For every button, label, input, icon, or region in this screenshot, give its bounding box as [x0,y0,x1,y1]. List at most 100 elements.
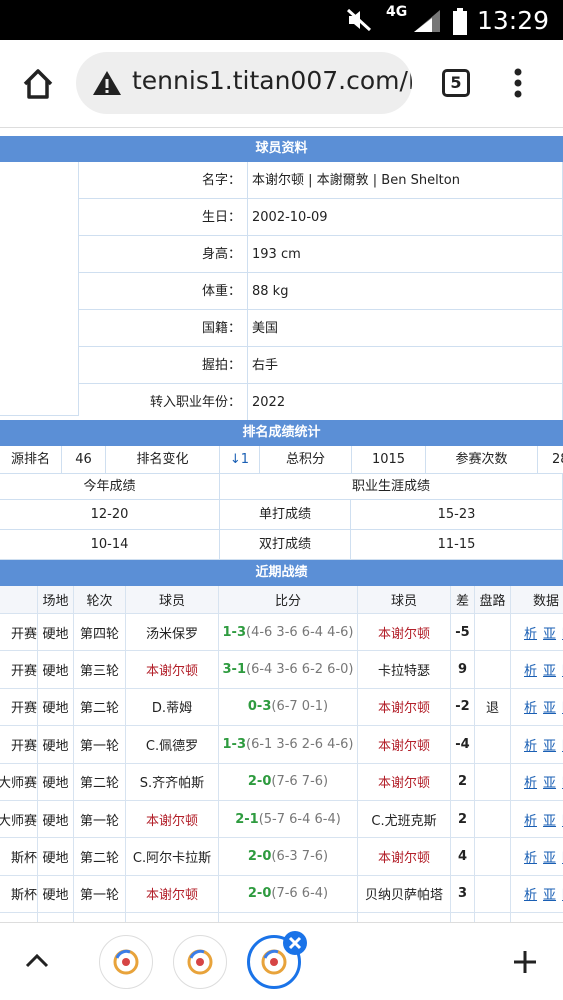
match-diff: 2 [451,763,475,800]
data-link[interactable]: 亚 [543,623,556,642]
match-round: 第三轮 [74,651,126,688]
match-handicap: 退 [475,688,511,726]
info-label: 体重： [79,273,248,310]
match-round: 第四轮 [74,614,126,651]
new-tab-icon[interactable] [512,949,538,979]
match-event: 开赛 [0,651,38,688]
match-event: 大师赛 [0,763,38,800]
data-link[interactable]: 亚 [543,884,556,903]
match-diff: -4 [451,913,475,922]
tab-thumbnail-1[interactable] [99,935,153,989]
year-singles: 12-20 [0,500,220,530]
match-p2: 本谢尔顿 [358,614,451,651]
match-score: 2-0 (7-6 6-4) [219,875,358,913]
data-link[interactable]: 亚 [543,697,556,716]
col-handicap: 盘路 [475,586,511,613]
signal-icon [412,8,442,38]
url-text: tennis1.titan007.com/Le [132,66,412,95]
match-surface: 硬地 [38,763,74,800]
col-player1: 球员 [126,586,219,613]
match-row: 开赛硬地第四轮汤米保罗1-3(4-6 3-6 6-4 4-6)本谢尔顿-5 析亚欧 [0,614,563,652]
warning-icon [92,69,122,101]
match-handicap [475,614,511,651]
match-p2: 本谢尔顿 [358,726,451,763]
match-p1: D.蒂姆 [126,688,219,726]
mute-icon [346,8,372,36]
events-value: 28 [538,446,563,474]
data-link[interactable]: 析 [524,847,537,866]
rank-change-value: ↓1 [220,446,260,474]
match-diff: -2 [451,688,475,726]
match-round: 第一轮 [74,726,126,763]
match-event: 开赛 [0,726,38,763]
data-link[interactable]: 亚 [543,735,556,754]
set-scores: (7-6 6-4) [271,886,329,902]
match-event: 开赛 [0,688,38,726]
match-event: 大师赛 [0,801,38,838]
rank-value: 46 [62,446,106,474]
match-round: 第一轮 [74,801,126,838]
data-link[interactable]: 析 [524,660,537,679]
tab-thumbnail-2[interactable] [173,935,227,989]
info-value: 2002-10-09 [248,199,563,236]
match-data-links: 析亚欧 [511,764,563,800]
chevron-up-icon[interactable] [24,951,50,973]
col-data: 数据 [532,594,559,609]
year-record-label: 今年成绩 [0,474,220,500]
info-value: 193 cm [248,236,563,273]
rank-label: 源排名 [0,446,62,474]
career-record-label: 职业生涯成绩 [220,474,563,500]
info-value: 2022 [248,384,563,421]
recent-table-header: 场地 轮次 球员 比分 球员 差 盘路 数据 [0,586,563,614]
set-scores: (6-1 3-6 2-6 4-6) [246,736,354,752]
doubles-label: 双打成绩 [220,530,351,560]
match-handicap [475,838,511,875]
info-label: 身高： [79,236,248,273]
info-value: 88 kg [248,273,563,310]
data-link[interactable]: 亚 [543,772,556,791]
match-p2: 齐迪恩 [358,913,451,922]
match-data-links: 析亚欧 [511,913,563,922]
address-bar[interactable]: tennis1.titan007.com/Le [76,52,412,114]
match-diff: -5 [451,614,475,651]
data-link[interactable]: 析 [524,697,537,716]
data-link[interactable]: 析 [524,772,537,791]
more-menu-icon[interactable] [510,67,526,103]
info-label: 名字： [79,162,248,199]
data-link[interactable]: 析 [524,884,537,903]
match-surface: 硬地 [38,913,74,922]
match-round: 第二轮 [74,763,126,800]
match-result: 1-3 [222,624,247,640]
match-data-links: 析亚欧 [511,838,563,874]
home-icon[interactable] [20,66,56,106]
set-scores: (4-6 3-6 6-4 4-6) [246,624,354,640]
match-p2: 本谢尔顿 [358,763,451,800]
data-link[interactable]: 亚 [543,847,556,866]
set-scores: (6-4 3-6 6-2 6-0) [246,662,354,678]
player-info-header: 球员资料 [0,136,563,162]
match-surface: 硬地 [38,875,74,913]
singles-label: 单打成绩 [220,500,351,530]
events-label: 参赛次数 [426,446,538,474]
col-event [0,586,38,613]
tab-switcher-button[interactable]: 5 [442,69,470,97]
match-result: 3-1 [222,662,247,678]
data-link[interactable]: 析 [524,623,537,642]
status-bar: 4G 13:29 [0,0,563,40]
info-label: 握拍： [79,347,248,384]
close-tab-icon[interactable] [283,931,307,955]
match-score: 2-0 (6-3 7-6) [219,838,358,875]
info-label: 生日： [79,199,248,236]
career-singles: 15-23 [351,500,563,530]
match-event: 斯杯 [0,875,38,913]
info-value: 本谢尔顿 | 本謝爾敦 | Ben Shelton [248,162,563,199]
col-diff: 差 [451,586,475,613]
data-link[interactable]: 析 [524,735,537,754]
match-data-links: 析亚欧 [511,689,563,725]
data-link[interactable]: 析 [524,810,537,829]
data-link[interactable]: 亚 [543,660,556,679]
match-p1: 本谢尔顿 [126,651,219,688]
data-link[interactable]: 亚 [543,810,556,829]
match-diff: 2 [451,801,475,838]
match-round: 第一轮 [74,875,126,913]
